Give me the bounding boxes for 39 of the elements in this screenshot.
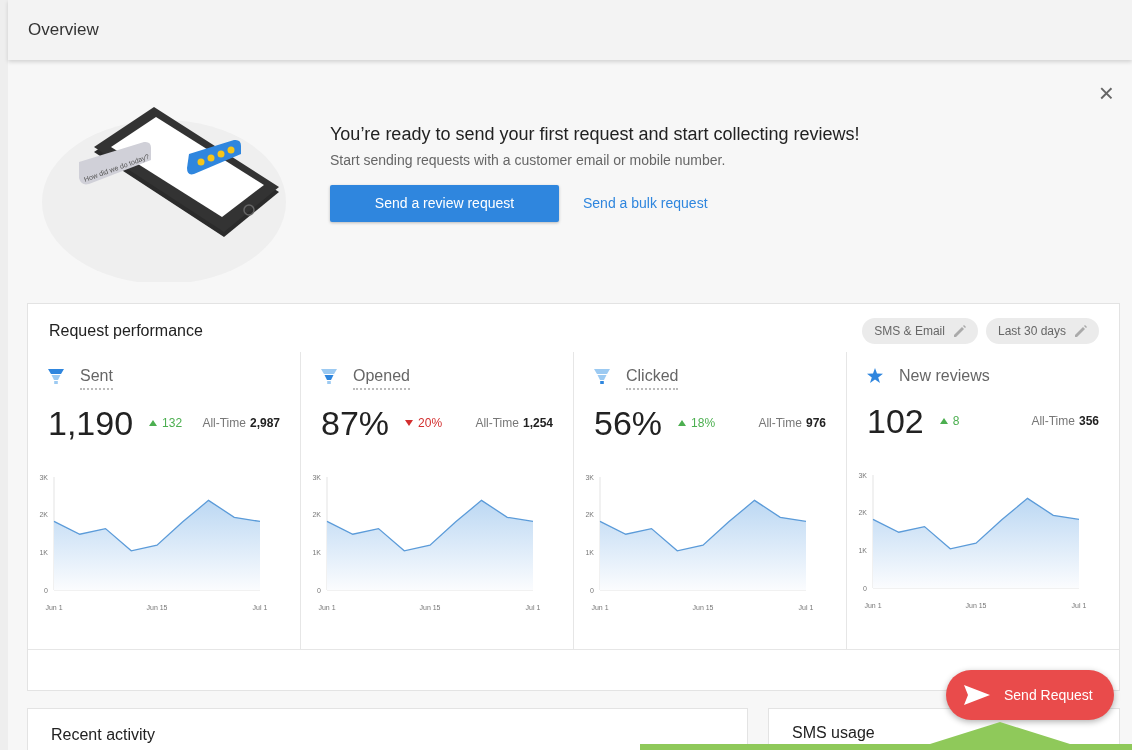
all-time-value: 976 <box>805 415 826 432</box>
metric-label[interactable]: Clicked <box>626 364 679 390</box>
filter-chip[interactable]: Last 30 days <box>985 318 1099 344</box>
metric-value: 102 <box>867 404 924 438</box>
card-title: SMS usage <box>792 724 875 741</box>
metric-change: 18% <box>691 415 716 432</box>
pencil-icon <box>1074 324 1087 338</box>
funnel-icon <box>48 369 64 385</box>
metric-value: 1,190 <box>48 406 134 440</box>
all-time-value: 2,987 <box>249 415 280 432</box>
metric-label[interactable]: New reviews <box>899 364 990 388</box>
metric-value: 87% <box>321 406 390 440</box>
star-icon <box>867 368 883 384</box>
metric-change: 20% <box>418 415 443 432</box>
page-title: Overview <box>28 19 99 42</box>
bulk-request-link[interactable]: Send a bulk request <box>583 193 708 214</box>
metric-label[interactable]: Opened <box>353 364 410 390</box>
pencil-icon <box>952 324 966 338</box>
metric-value: 56% <box>594 406 663 440</box>
all-time-label: All-Time <box>758 415 802 432</box>
all-time-label: All-Time <box>1031 413 1075 430</box>
send-request-button[interactable]: Send Request <box>946 670 1114 720</box>
close-button[interactable]: × <box>1094 80 1118 106</box>
banner-title: You’re ready to send your first request and start collecting reviews! <box>330 123 860 146</box>
funnel-icon <box>594 369 610 385</box>
banner-subtitle: Start sending requests with a customer email or mobile number. <box>330 151 727 170</box>
all-time-label: All-Time <box>475 415 519 432</box>
all-time-value: 356 <box>1078 413 1099 430</box>
all-time-value: 1,254 <box>522 415 553 432</box>
send-icon <box>964 685 990 705</box>
metric-change: 8 <box>952 413 960 430</box>
card-title: Recent activity <box>51 726 156 743</box>
funnel-icon <box>321 369 337 385</box>
metric-label[interactable]: Sent <box>80 364 113 390</box>
filter-chip[interactable]: SMS & Email <box>862 318 978 344</box>
review-request-button[interactable]: Send a review request <box>330 185 559 222</box>
metric-change: 132 <box>162 415 183 432</box>
all-time-label: All-Time <box>202 415 246 432</box>
section-title: Request performance <box>49 321 203 341</box>
